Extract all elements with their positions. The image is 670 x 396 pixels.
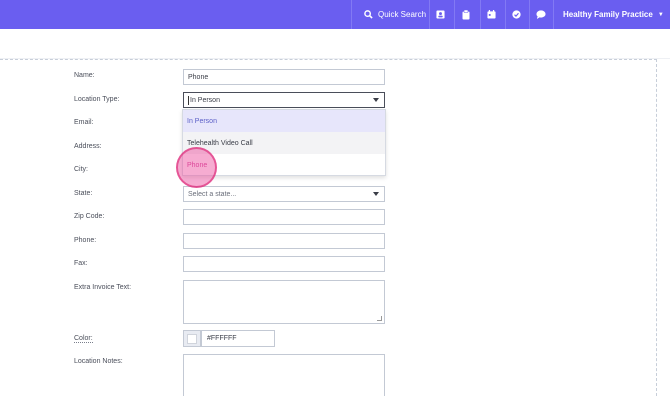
extra-invoice-text-label: Extra Invoice Text: xyxy=(74,284,132,291)
phone-input[interactable] xyxy=(183,233,385,249)
email-label: Email: xyxy=(74,119,94,126)
practice-name: Healthy Family Practice xyxy=(563,10,653,19)
state-label: State: xyxy=(74,190,93,197)
location-type-value: In Person xyxy=(190,96,220,104)
caret-down-icon xyxy=(373,192,379,196)
text-cursor xyxy=(188,95,189,105)
sub-header xyxy=(0,29,670,59)
option-telehealth-video-call[interactable]: Telehealth Video Call xyxy=(183,132,385,154)
fax-label: Fax: xyxy=(74,260,88,267)
location-type-select[interactable]: In Person xyxy=(183,92,385,108)
caret-down-icon xyxy=(373,98,379,102)
check-circle-icon xyxy=(512,10,521,19)
resize-handle-icon[interactable] xyxy=(377,316,382,321)
state-select[interactable]: Select a state... xyxy=(183,186,385,202)
color-label: Color: xyxy=(74,335,93,343)
location-notes-area[interactable] xyxy=(183,354,385,396)
phone-label: Phone: xyxy=(74,237,97,244)
calendar-button[interactable] xyxy=(480,0,502,29)
location-notes-label: Location Notes: xyxy=(74,358,123,365)
state-placeholder: Select a state... xyxy=(188,190,237,198)
color-hex-value: #FFFFFF xyxy=(207,335,237,342)
location-type-label: Location Type: xyxy=(74,96,120,103)
name-value: Phone xyxy=(188,73,209,81)
address-label: Address: xyxy=(74,143,102,150)
extra-invoice-text-area[interactable] xyxy=(183,280,385,324)
color-hex-input[interactable]: #FFFFFF xyxy=(201,330,275,347)
quick-search-label: Quick Search xyxy=(378,10,427,19)
city-label: City: xyxy=(74,166,88,173)
search-icon xyxy=(364,10,373,19)
top-navbar: Quick Search Healthy Family Practice ▼ xyxy=(0,0,670,29)
chevron-down-icon: ▼ xyxy=(657,11,664,18)
zip-code-input[interactable] xyxy=(183,209,385,225)
messages-button[interactable] xyxy=(529,0,551,29)
tasks-button[interactable] xyxy=(505,0,527,29)
practice-switcher[interactable]: Healthy Family Practice ▼ xyxy=(553,0,670,29)
clipboard-icon xyxy=(462,9,469,19)
zip-code-label: Zip Code: xyxy=(74,213,105,220)
contacts-button[interactable] xyxy=(429,0,451,29)
calendar-icon xyxy=(487,10,496,19)
fax-input[interactable] xyxy=(183,256,385,272)
quick-search-button[interactable]: Quick Search xyxy=(351,0,429,29)
contacts-icon xyxy=(436,10,445,19)
clipboard-button[interactable] xyxy=(454,0,476,29)
name-label: Name: xyxy=(74,72,95,79)
color-swatch xyxy=(187,333,197,344)
chat-icon xyxy=(535,10,546,19)
color-swatch-button[interactable] xyxy=(183,330,201,347)
click-indicator xyxy=(176,147,217,188)
option-in-person[interactable]: In Person xyxy=(183,110,385,132)
name-input[interactable]: Phone xyxy=(183,69,385,85)
